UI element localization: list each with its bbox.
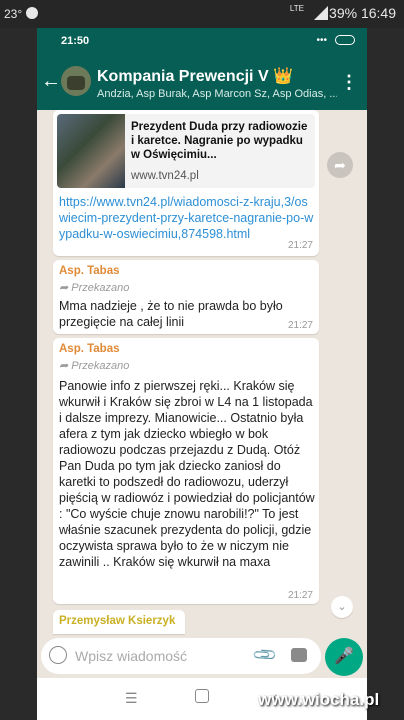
forward-share-icon[interactable]: ➦ (327, 152, 353, 178)
message-sender: Asp. Tabas (59, 265, 120, 277)
message-text: Mma nadzieje , że to nie prawda bo było … (59, 299, 283, 329)
group-members[interactable]: Andzia, Asp Burak, Asp Marcon Sz, Asp Od… (97, 88, 337, 100)
message-partial[interactable]: Przemysław Ksierzyk (53, 610, 185, 634)
chat-header: ← Kompania Prewencji V 👑 Andzia, Asp Bur… (37, 54, 367, 110)
link-preview[interactable]: Prezydent Duda przy radiowozie i karetce… (57, 114, 315, 188)
mic-button[interactable]: 🎤 (325, 638, 363, 676)
message-text: Panowie info z pierwszej ręki... Kraków … (59, 379, 315, 569)
home-icon[interactable] (195, 689, 209, 703)
group-title[interactable]: Kompania Prewencji V 👑 (97, 66, 293, 86)
camera-icon[interactable] (291, 648, 307, 662)
message-time: 21:27 (287, 320, 313, 331)
phone-status-bar: 21:50 ••• (37, 28, 367, 54)
phone-clock: 21:50 (61, 35, 90, 47)
message-time: 21:27 (287, 240, 313, 251)
scroll-down-icon[interactable]: ⌄ (331, 596, 353, 618)
notification-icon (26, 7, 38, 19)
battery-time: 39% 16:49 (329, 5, 396, 21)
forwarded-label: ➦ Przekazano (59, 282, 130, 294)
more-options-icon[interactable]: ⋮ (340, 72, 358, 93)
emoji-icon[interactable] (49, 646, 67, 664)
message-link[interactable]: Prezydent Duda przy radiowozie i karetce… (53, 110, 319, 256)
message-time: 21:27 (287, 590, 313, 601)
message-input[interactable]: Wpisz wiadomość (75, 648, 187, 664)
message-sender: Przemysław Ksierzyk (59, 615, 176, 627)
forwarded-label: ➦ Przekazano (59, 360, 130, 372)
back-arrow-icon[interactable]: ← (41, 70, 61, 93)
message-sender: Asp. Tabas (59, 343, 120, 355)
attach-icon[interactable]: 📎 (251, 641, 279, 669)
temperature: 23° (4, 7, 23, 21)
preview-thumbnail (57, 114, 125, 188)
whatsapp-screen: 21:50 ••• ← Kompania Prewencji V 👑 Andzi… (37, 28, 367, 720)
battery-icon (335, 35, 355, 45)
device-status-bar: 23° LTE 39% 16:49 (0, 0, 404, 28)
message-input-bar[interactable]: Wpisz wiadomość 📎 (41, 638, 321, 674)
signal-icon (314, 6, 328, 20)
preview-title: Prezydent Duda przy radiowozie i karetce… (131, 121, 308, 161)
watermark: www.wiocha.pl (258, 690, 380, 709)
message[interactable]: Asp. Tabas ➦ Przekazano Mma nadzieje , ż… (53, 260, 319, 334)
message[interactable]: Asp. Tabas ➦ Przekazano Panowie info z p… (53, 338, 319, 604)
clock: 16:49 (360, 5, 396, 21)
recent-apps-icon[interactable]: ☰ (125, 690, 138, 707)
group-avatar[interactable] (61, 66, 91, 96)
network-type: LTE (289, 4, 304, 13)
message-url[interactable]: https://www.tvn24.pl/wiadomosci-z-kraju,… (59, 194, 315, 242)
preview-site: www.tvn24.pl (131, 170, 199, 182)
wifi-icon: ••• (316, 35, 327, 46)
